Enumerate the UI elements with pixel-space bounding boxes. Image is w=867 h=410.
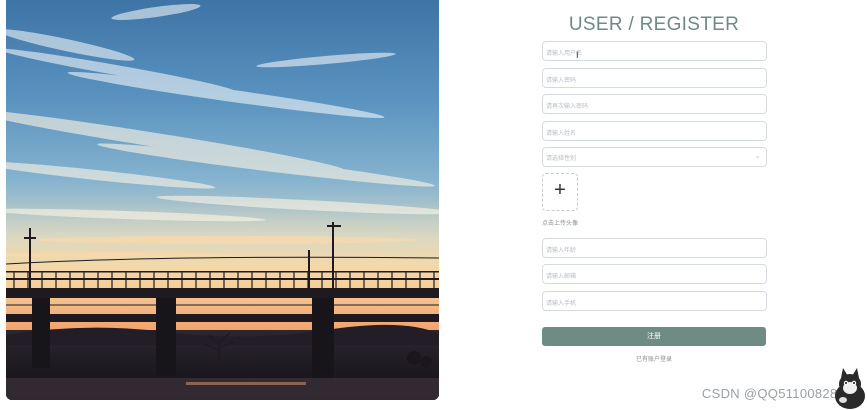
password-field[interactable] — [542, 68, 767, 90]
login-link[interactable]: 已有账户登录 — [540, 354, 768, 363]
confirm-password-input[interactable] — [543, 98, 746, 116]
email-input[interactable] — [543, 268, 746, 286]
chevron-down-icon: ⌄ — [754, 151, 761, 160]
password-input[interactable] — [543, 72, 746, 90]
text-cursor: I — [576, 50, 579, 60]
page-title: USER / REGISTER — [568, 14, 740, 35]
sunset-bridge-image — [6, 0, 439, 400]
csdn-watermark: CSDN @QQ511008285 — [701, 386, 845, 401]
name-input[interactable] — [543, 125, 746, 143]
plus-icon: + — [554, 179, 566, 201]
register-page: USER / REGISTER I 请选择性别 ⌄ + 点击上传头像 注册 已有… — [0, 0, 867, 410]
confirm-password-field[interactable] — [542, 94, 767, 116]
cat-mascot-icon — [835, 368, 865, 409]
phone-field[interactable] — [542, 291, 767, 313]
avatar-upload-button[interactable]: + — [542, 173, 578, 211]
avatar-upload-label: 点击上传头像 — [542, 221, 579, 227]
username-input[interactable] — [543, 45, 746, 63]
name-field[interactable] — [542, 121, 767, 143]
phone-input[interactable] — [543, 295, 746, 313]
email-field[interactable] — [542, 264, 767, 286]
age-input[interactable] — [543, 242, 746, 260]
age-field[interactable] — [542, 238, 767, 260]
register-button[interactable]: 注册 — [542, 327, 766, 346]
gender-select-placeholder: 请选择性别 — [546, 156, 577, 162]
gender-select[interactable]: 请选择性别 ⌄ — [542, 147, 767, 167]
hero-illustration — [6, 0, 439, 400]
